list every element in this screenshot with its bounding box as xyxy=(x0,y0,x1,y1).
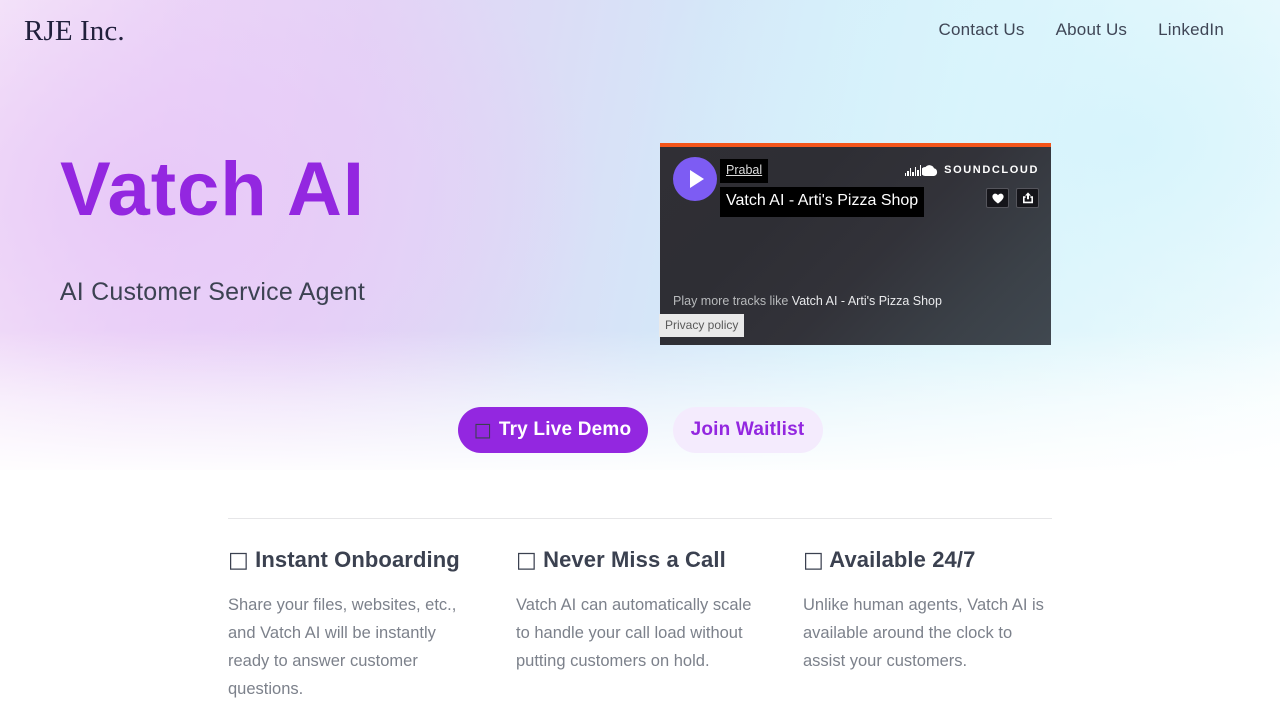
track-title-link[interactable]: Vatch AI - Arti's Pizza Shop xyxy=(720,186,925,217)
feature-icon: □ xyxy=(516,548,537,573)
feature-title: □ Instant Onboarding xyxy=(228,547,516,574)
player-actions xyxy=(986,188,1039,208)
features-section: □ Instant Onboarding Share your files, w… xyxy=(228,547,1052,703)
brand-logo[interactable]: RJE Inc. xyxy=(24,14,125,46)
feature-card-available-24-7: □ Available 24/7 Unlike human agents, Va… xyxy=(803,547,1052,703)
feature-description: Unlike human agents, Vatch AI is availab… xyxy=(803,596,1044,671)
feature-description: Vatch AI can automatically scale to hand… xyxy=(516,596,752,671)
nav-link-about-us[interactable]: About Us xyxy=(1056,20,1128,40)
feature-card-never-miss-a-call: □ Never Miss a Call Vatch AI can automat… xyxy=(516,547,803,703)
feature-title-text: Never Miss a Call xyxy=(543,547,726,572)
heart-icon[interactable] xyxy=(986,188,1009,208)
landing-page: RJE Inc. Contact Us About Us LinkedIn Va… xyxy=(0,0,1280,720)
privacy-policy-badge[interactable]: Privacy policy xyxy=(659,314,745,337)
play-icon[interactable] xyxy=(673,157,717,201)
soundcloud-player[interactable]: Prabal Vatch AI - Arti's Pizza Shop SOUN… xyxy=(659,143,1051,345)
main-navigation: Contact Us About Us LinkedIn xyxy=(939,20,1225,40)
section-divider xyxy=(228,518,1052,519)
feature-card-instant-onboarding: □ Instant Onboarding Share your files, w… xyxy=(228,547,516,703)
demo-button-label: Try Live Demo xyxy=(498,419,632,440)
hero-fade-overlay xyxy=(0,330,1280,480)
try-live-demo-button[interactable]: □ Try Live Demo xyxy=(457,407,648,453)
related-track-link[interactable]: Vatch AI - Arti's Pizza Shop xyxy=(792,294,942,308)
player-top-bar: Prabal Vatch AI - Arti's Pizza Shop SOUN… xyxy=(660,147,1051,221)
waitlist-button-label: Join Waitlist xyxy=(690,419,805,440)
feature-title-text: Available 24/7 xyxy=(829,547,976,572)
soundcloud-wordmark: SOUNDCLOUD xyxy=(944,164,1039,176)
site-header: RJE Inc. Contact Us About Us LinkedIn xyxy=(0,0,1280,60)
feature-icon: □ xyxy=(228,548,249,573)
feature-icon: □ xyxy=(803,548,824,573)
feature-description: Share your files, websites, etc., and Va… xyxy=(228,596,457,699)
feature-title-text: Instant Onboarding xyxy=(255,547,460,572)
demo-button-icon: □ xyxy=(473,419,492,441)
related-tracks-text: Play more tracks like Vatch AI - Arti's … xyxy=(673,294,942,308)
join-waitlist-button[interactable]: Join Waitlist xyxy=(672,407,823,453)
track-artist-link[interactable]: Prabal xyxy=(720,159,769,183)
related-tracks-prefix: Play more tracks like xyxy=(673,294,789,308)
feature-title: □ Available 24/7 xyxy=(803,547,1052,574)
soundcloud-logo[interactable]: SOUNDCLOUD xyxy=(904,164,1039,176)
nav-link-linkedin[interactable]: LinkedIn xyxy=(1158,20,1224,40)
nav-link-contact-us[interactable]: Contact Us xyxy=(939,20,1025,40)
feature-title: □ Never Miss a Call xyxy=(516,547,803,574)
cta-button-row: □ Try Live Demo Join Waitlist xyxy=(0,407,1280,453)
share-icon[interactable] xyxy=(1016,188,1039,208)
track-metadata: Prabal Vatch AI - Arti's Pizza Shop xyxy=(720,159,925,217)
waveform-icon xyxy=(904,164,939,176)
